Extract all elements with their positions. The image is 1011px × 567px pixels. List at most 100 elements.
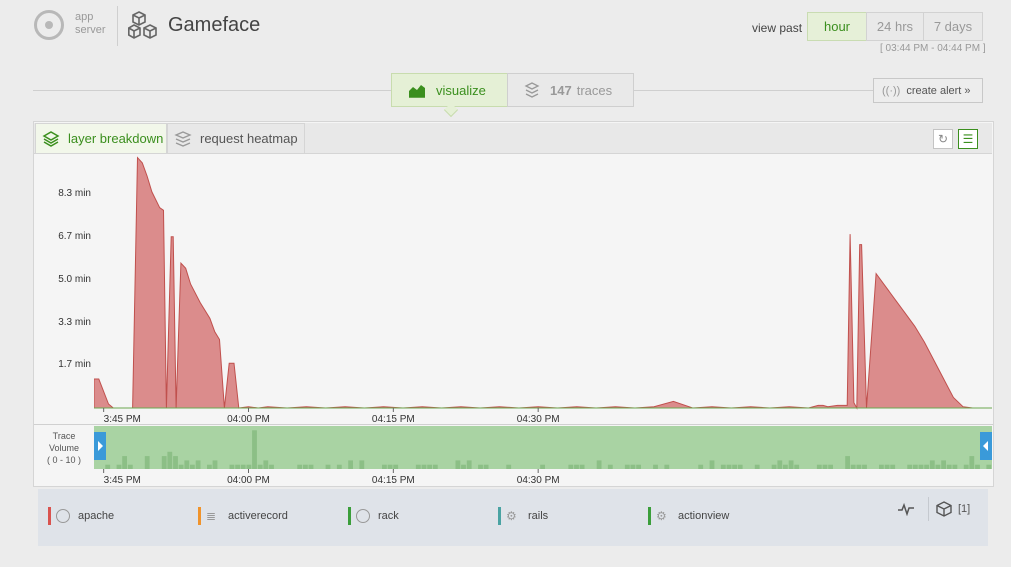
volume-bar: [252, 430, 257, 469]
traces-label: traces: [576, 82, 613, 98]
create-alert-button[interactable]: ((·)) create alert »: [873, 78, 983, 103]
legend-item-apache[interactable]: apache: [48, 507, 114, 525]
area-chart-icon: [409, 84, 425, 98]
volume-bar: [506, 464, 512, 469]
y-tick-label: 5.0 min: [58, 274, 91, 285]
volume-bar: [630, 464, 636, 469]
legend-color-swatch: [198, 507, 201, 525]
trace-volume-line3: ( 0 - 10 ): [46, 455, 81, 465]
volume-bar: [816, 464, 822, 469]
globe-icon: [356, 509, 370, 523]
database-icon: ≣: [206, 509, 217, 523]
volume-bar: [963, 464, 969, 469]
volume-bar: [478, 464, 483, 469]
volume-bar: [190, 464, 195, 469]
volume-bar: [240, 464, 246, 469]
volume-bar: [720, 464, 726, 469]
x-tick-label: 04:30 PM: [517, 475, 560, 486]
list-view-button[interactable]: ☰: [958, 129, 978, 149]
tab-layer-breakdown[interactable]: layer breakdown: [35, 123, 167, 154]
volume-bar: [777, 460, 783, 469]
range-24hrs-button[interactable]: 24 hrs: [866, 12, 924, 41]
tabs-rule-left: [33, 90, 391, 91]
volume-bar: [890, 464, 896, 469]
volume-bar: [540, 464, 545, 469]
volume-bar: [884, 464, 890, 469]
refresh-button[interactable]: ↻: [933, 129, 953, 149]
volume-bar: [127, 464, 133, 469]
trace-volume-chart[interactable]: 3:45 PM 04:00 PM 04:15 PM 04:30 PM: [94, 426, 992, 486]
cubes-icon: [128, 11, 157, 39]
volume-bar: [393, 464, 399, 469]
volume-bar: [986, 464, 992, 469]
refresh-icon: ↻: [937, 132, 949, 146]
volume-bar: [828, 464, 833, 469]
tabs-rule-right: [634, 90, 873, 91]
volume-bar: [297, 464, 303, 469]
trace-volume-label: Trace Volume ( 0 - 10 ): [36, 430, 92, 466]
trace-volume-line2: Volume: [48, 443, 80, 453]
broadcast-icon: ((·)): [882, 84, 901, 97]
volume-bar: [794, 464, 800, 469]
volume-bar: [382, 464, 387, 469]
volume-bar: [574, 464, 579, 469]
heatmap-stack-icon: [174, 130, 192, 147]
y-tick-label: 3.3 min: [58, 317, 91, 328]
view-past-label: view past: [752, 21, 803, 35]
range-hour-button[interactable]: hour: [807, 12, 867, 41]
legend-item-rack[interactable]: rack: [348, 507, 399, 525]
y-tick-label: 1.7 min: [58, 359, 91, 370]
y-tick-label: 6.7 min: [58, 231, 91, 242]
cube-icon[interactable]: [936, 501, 952, 517]
volume-bar: [144, 456, 150, 469]
tab-visualize-label: visualize: [436, 82, 486, 98]
x-tick-label: 04:15 PM: [372, 475, 415, 486]
volume-bar: [455, 460, 461, 469]
legend-color-swatch: [498, 507, 501, 525]
traces-stack-icon: [524, 82, 540, 98]
legend-label: actionview: [678, 510, 730, 522]
app-label-line1: app: [75, 11, 94, 23]
legend-item-rails[interactable]: ⚙ rails: [498, 507, 548, 525]
volume-bar: [726, 464, 732, 469]
tab-traces[interactable]: 147 traces: [507, 73, 634, 107]
volume-bar: [116, 464, 122, 469]
volume-bar: [568, 464, 574, 469]
volume-bar: [664, 464, 670, 469]
legend-divider: [928, 497, 929, 521]
volume-bar: [212, 460, 218, 469]
volume-bar: [308, 464, 314, 469]
create-alert-label: create alert »: [906, 84, 971, 97]
legend-color-swatch: [48, 507, 51, 525]
tab-visualize[interactable]: visualize: [391, 73, 508, 107]
volume-bar: [235, 464, 240, 469]
volume-bar: [636, 464, 641, 469]
range-7days-button[interactable]: 7 days: [923, 12, 983, 41]
volume-bar: [229, 464, 235, 469]
gears-icon: ⚙: [506, 509, 517, 523]
volume-bar: [303, 464, 308, 469]
legend-label: rails: [528, 510, 549, 522]
volume-bar: [421, 464, 427, 469]
tab-layer-breakdown-label: layer breakdown: [68, 131, 164, 146]
volume-bar: [624, 464, 630, 469]
legend-item-activerecord[interactable]: ≣ activerecord: [198, 507, 288, 525]
legend-item-actionview[interactable]: ⚙ actionview: [648, 507, 729, 525]
volume-bar: [257, 464, 263, 469]
volume-bar: [579, 464, 585, 469]
layer-breakdown-chart[interactable]: 3:45 PM 04:00 PM 04:15 PM 04:30 PM: [94, 155, 992, 425]
volume-selection-band: [94, 426, 992, 469]
volume-bar: [912, 464, 918, 469]
volume-bar: [788, 460, 794, 469]
volume-bar: [173, 456, 178, 469]
volume-bar: [754, 464, 760, 469]
tab-request-heatmap[interactable]: request heatmap: [167, 123, 305, 154]
header-divider: [117, 6, 118, 46]
app-server-label: app server: [75, 11, 106, 37]
volume-bar: [907, 464, 913, 469]
pulse-icon[interactable]: [897, 502, 915, 516]
volume-bar: [856, 464, 862, 469]
volume-bar: [975, 464, 980, 469]
volume-bar: [122, 456, 127, 469]
volume-bar: [483, 464, 489, 469]
